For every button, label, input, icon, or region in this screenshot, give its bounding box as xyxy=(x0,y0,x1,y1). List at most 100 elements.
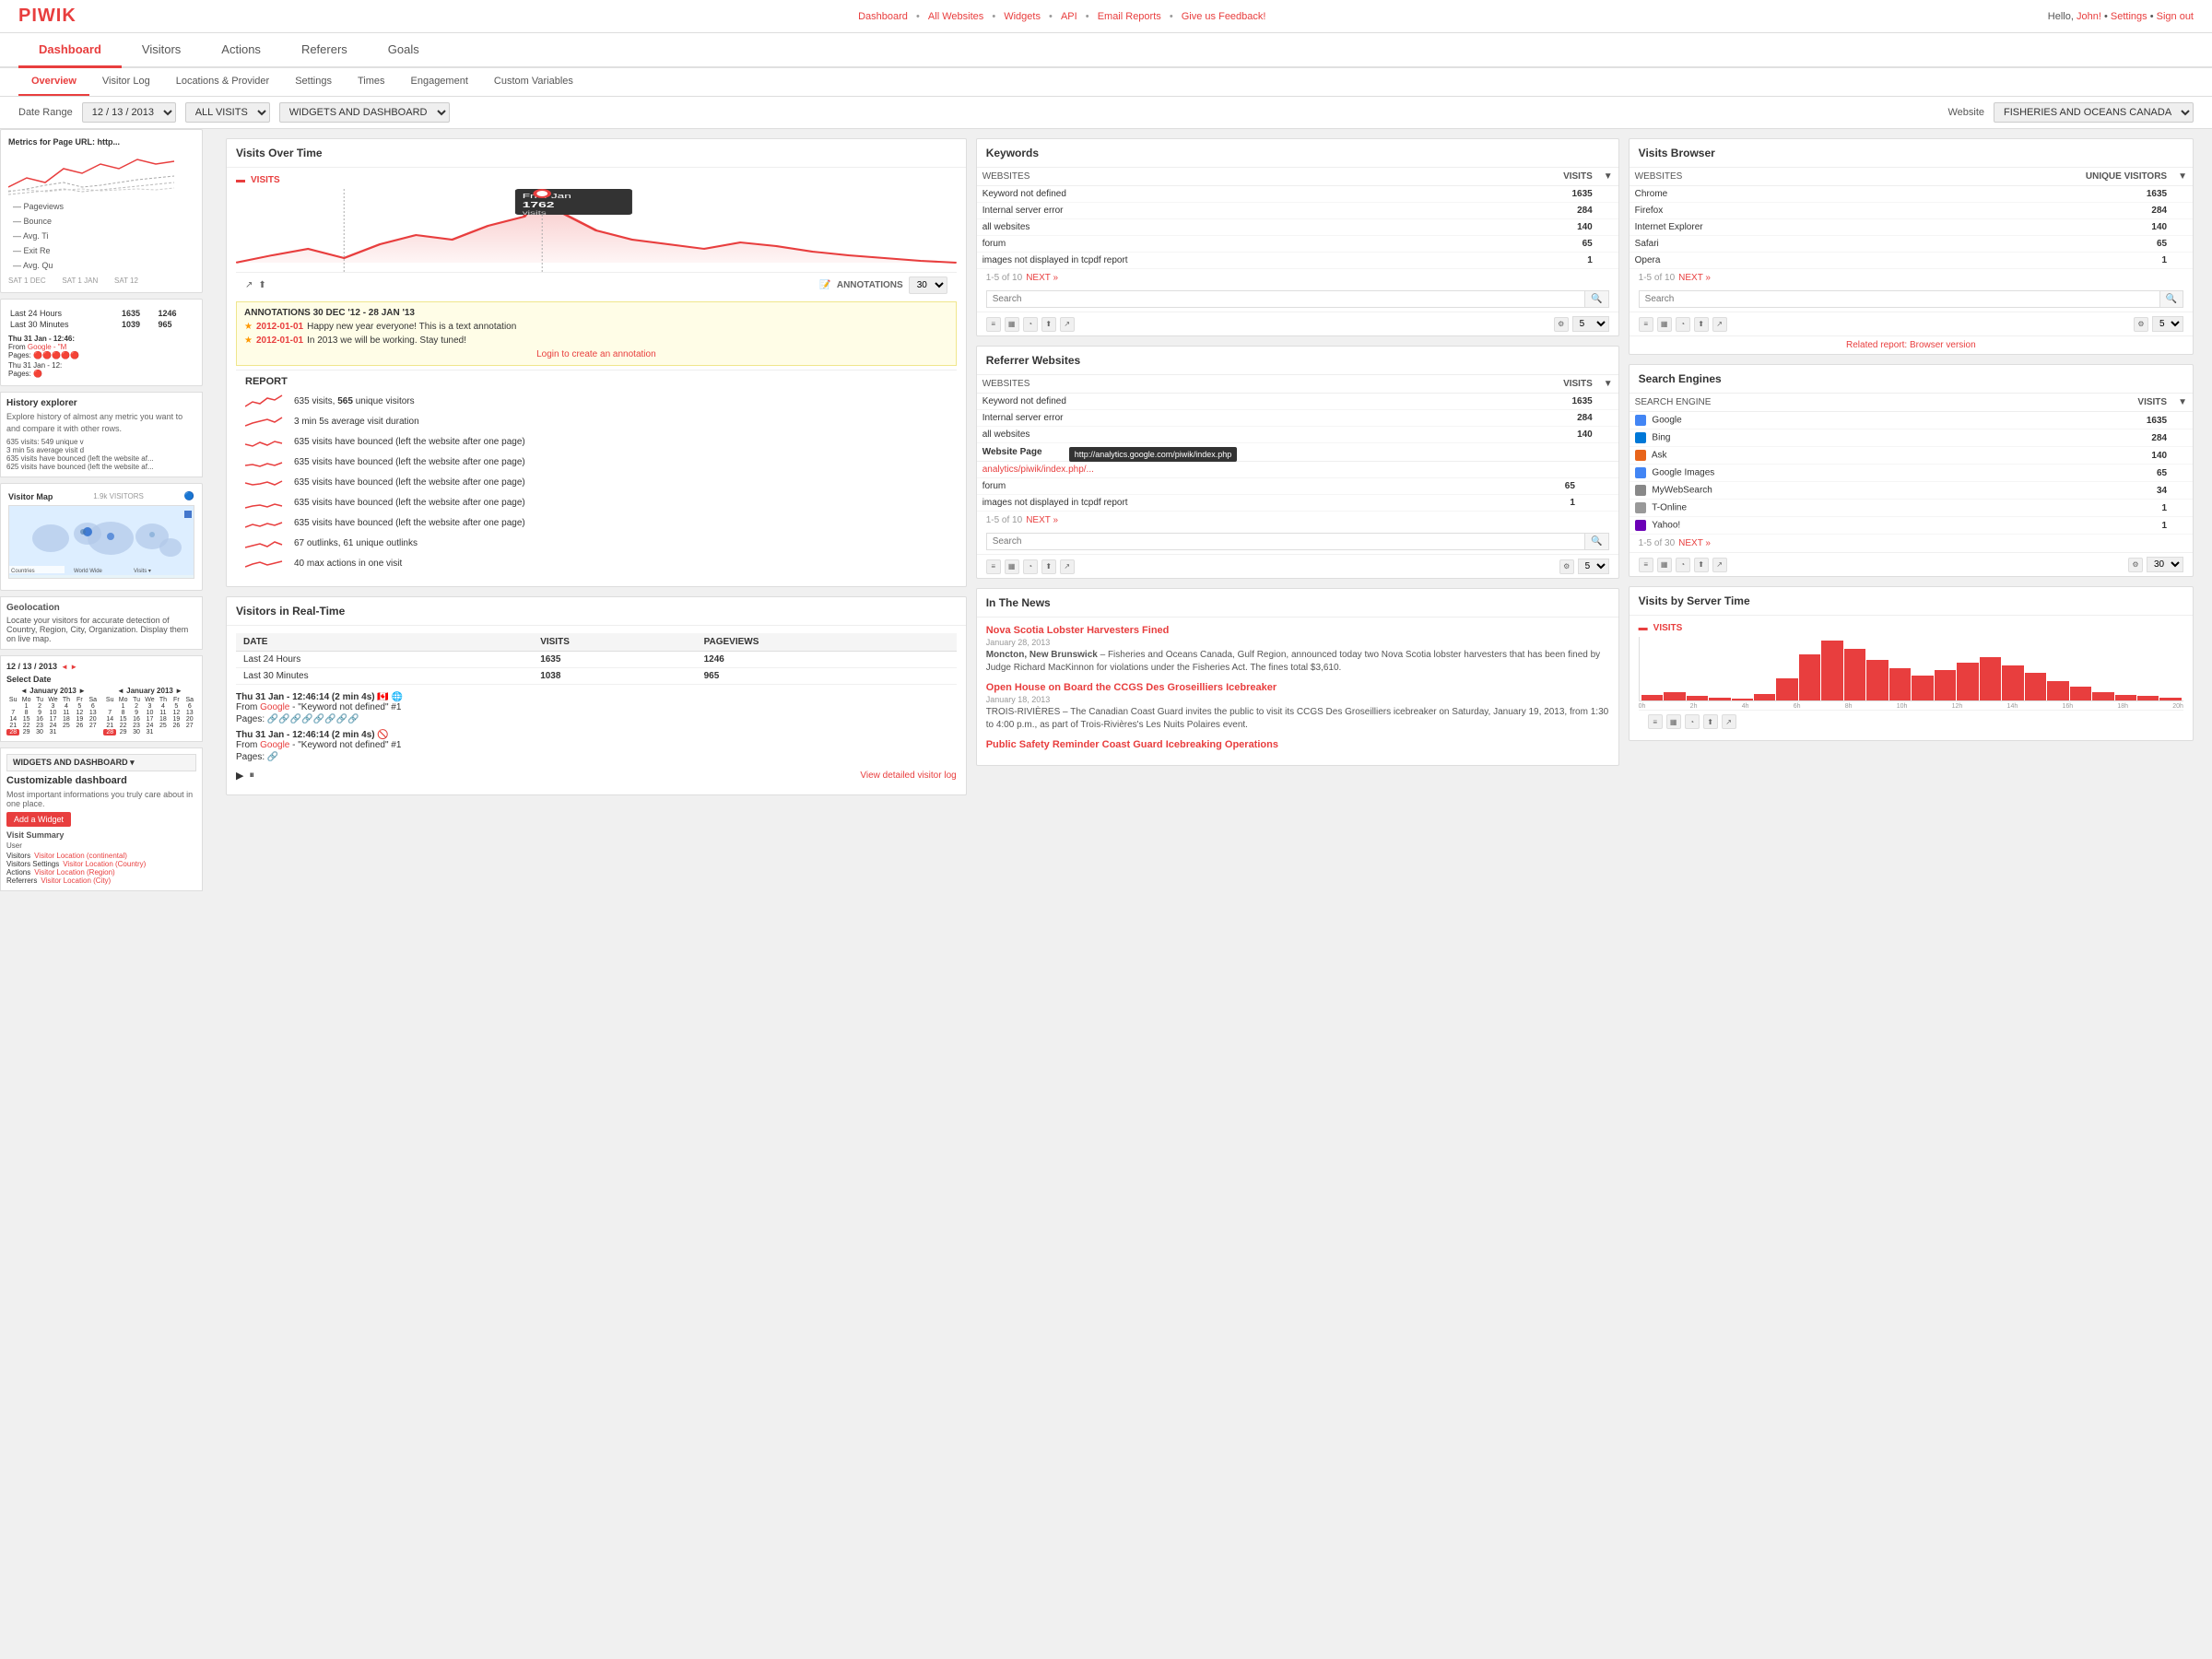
visits-chart-area: Fri 4 Jan 1762 visits SAT 29 DEC SAT 5 J… xyxy=(236,189,957,272)
pie-view-icon[interactable]: ◔ xyxy=(1023,317,1038,332)
referrer-rows-select[interactable]: 5 xyxy=(1578,559,1609,574)
view-visitor-log-link[interactable]: View detailed visitor log xyxy=(860,771,956,781)
visitor-map-panel: Visitor Map 1.9k VISITORS 🔵 xyxy=(0,483,203,591)
bar-view-icon[interactable]: ▦ xyxy=(1005,317,1019,332)
news-title-3[interactable]: Public Safety Reminder Coast Guard Icebr… xyxy=(986,739,1609,750)
bar-view-icon5[interactable]: ▦ xyxy=(1666,714,1681,729)
visits-server-time-body: ▬ VISITS 0h 2h 4h 6h 8h xyxy=(1630,616,2193,740)
report-row-5: 635 visits have bounced (left the websit… xyxy=(245,472,947,492)
browser-rows-select[interactable]: 5 xyxy=(2152,316,2183,332)
table-row: T-Online 1 xyxy=(1630,500,2193,517)
subtab-overview[interactable]: Overview xyxy=(18,68,89,96)
subtab-locations[interactable]: Locations & Provider xyxy=(163,68,283,96)
tab-dashboard[interactable]: Dashboard xyxy=(18,33,122,68)
search-engines-next-link[interactable]: NEXT » xyxy=(1678,538,1711,548)
main-content: Visits Over Time ▬ VISITS xyxy=(226,138,2194,805)
tab-goals[interactable]: Goals xyxy=(368,33,440,68)
search-engines-table: SEARCH ENGINE VISITS ▼ Google xyxy=(1630,394,2193,535)
referrer-pagination: 1-5 of 10 NEXT » xyxy=(977,512,1618,529)
tab-actions[interactable]: Actions xyxy=(201,33,281,68)
pie-view-icon5[interactable]: ◔ xyxy=(1685,714,1700,729)
table-view-icon3[interactable]: ≡ xyxy=(1639,317,1653,332)
keywords-search-input[interactable] xyxy=(987,291,1585,307)
all-websites-link[interactable]: All Websites xyxy=(928,11,983,22)
username-link[interactable]: John! xyxy=(2077,11,2101,22)
search-engines-rows-select[interactable]: 30 xyxy=(2147,557,2183,572)
config-icon[interactable]: ⚙ xyxy=(1554,317,1569,332)
export-icon2[interactable]: ⬆ xyxy=(1041,559,1056,574)
visits-filter-select[interactable]: ALL VISITS xyxy=(185,102,270,123)
bar xyxy=(2159,698,2181,700)
website-select[interactable]: FISHERIES AND OCEANS CANADA xyxy=(1994,102,2194,123)
bar-view-icon2[interactable]: ▦ xyxy=(1005,559,1019,574)
browser-search[interactable]: 🔍 xyxy=(1639,290,2183,308)
subtab-visitor-log[interactable]: Visitor Log xyxy=(89,68,163,96)
export-icon[interactable]: ⬆ xyxy=(1041,317,1056,332)
referrer-toolbar: ≡ ▦ ◔ ⬆ ↗ ⚙ 5 xyxy=(977,554,1618,578)
tab-visitors[interactable]: Visitors xyxy=(122,33,201,68)
play-icon[interactable]: ▶ xyxy=(236,770,243,782)
visitor-map-visual: Countries World Wide Visits ▾ xyxy=(8,505,194,579)
news-title-1[interactable]: Nova Scotia Lobster Harvesters Fined xyxy=(986,625,1609,636)
metrics-panel: Metrics for Page URL: http... — Pageview… xyxy=(0,129,203,293)
referrer-search-input[interactable] xyxy=(987,534,1585,549)
annotations-section: ANNOTATIONS 30 DEC '12 - 28 JAN '13 ★ 20… xyxy=(236,301,957,366)
pie-view-icon2[interactable]: ◔ xyxy=(1023,559,1038,574)
date-range-select[interactable]: 12 / 13 / 2013 xyxy=(82,102,176,123)
table-row: MyWebSearch 34 xyxy=(1630,482,2193,500)
referrer-next-link[interactable]: NEXT » xyxy=(1026,515,1058,525)
news-title-2[interactable]: Open House on Board the CCGS Des Groseil… xyxy=(986,682,1609,693)
config-icon4[interactable]: ⚙ xyxy=(2128,558,2143,572)
bar-view-icon3[interactable]: ▦ xyxy=(1657,317,1672,332)
filter-bar: Date Range 12 / 13 / 2013 ALL VISITS WID… xyxy=(0,97,2212,129)
keywords-next-link[interactable]: NEXT » xyxy=(1026,273,1058,283)
browser-next-link[interactable]: NEXT » xyxy=(1678,273,1711,283)
table-view-icon2[interactable]: ≡ xyxy=(986,559,1001,574)
tab-referers[interactable]: Referers xyxy=(281,33,368,68)
keywords-search-button[interactable]: 🔍 xyxy=(1584,291,1607,307)
annotations-count-select[interactable]: 30 xyxy=(909,276,947,294)
share-icon4[interactable]: ↗ xyxy=(1712,558,1727,572)
export-icon5[interactable]: ⬆ xyxy=(1703,714,1718,729)
dashboard-link[interactable]: Dashboard xyxy=(858,11,908,22)
table-view-icon5[interactable]: ≡ xyxy=(1648,714,1663,729)
keywords-search[interactable]: 🔍 xyxy=(986,290,1609,308)
export-icon3[interactable]: ⬆ xyxy=(1694,317,1709,332)
create-annotation-link[interactable]: Login to create an annotation xyxy=(536,349,656,359)
api-link[interactable]: API xyxy=(1061,11,1077,22)
keywords-rows-select[interactable]: 5 10 xyxy=(1572,316,1609,332)
bar xyxy=(1821,641,1842,700)
table-view-icon[interactable]: ≡ xyxy=(986,317,1001,332)
settings-link[interactable]: Settings xyxy=(2111,11,2147,22)
add-widget-button[interactable]: Add a Widget xyxy=(6,812,71,827)
pause-icon[interactable]: ⏸ xyxy=(249,770,254,782)
export-icon4[interactable]: ⬆ xyxy=(1694,558,1709,572)
widgets-link[interactable]: Widgets xyxy=(1004,11,1041,22)
related-report-link[interactable]: Related report: Browser version xyxy=(1630,335,2193,354)
table-row: Firefox 284 xyxy=(1630,203,2193,219)
website-page-link[interactable]: analytics/piwik/index.php/... xyxy=(982,465,1094,475)
share-icon[interactable]: ↗ xyxy=(1060,317,1075,332)
subtab-times[interactable]: Times xyxy=(345,68,398,96)
subtab-settings[interactable]: Settings xyxy=(282,68,345,96)
share-icon2[interactable]: ↗ xyxy=(1060,559,1075,574)
referrer-search-button[interactable]: 🔍 xyxy=(1584,534,1607,549)
bar-view-icon4[interactable]: ▦ xyxy=(1657,558,1672,572)
table-view-icon4[interactable]: ≡ xyxy=(1639,558,1653,572)
pie-view-icon4[interactable]: ◔ xyxy=(1676,558,1690,572)
subtab-custom-variables[interactable]: Custom Variables xyxy=(481,68,586,96)
svg-text:1762: 1762 xyxy=(523,201,555,209)
config-icon3[interactable]: ⚙ xyxy=(2134,317,2148,332)
pie-view-icon3[interactable]: ◔ xyxy=(1676,317,1690,332)
share-icon3[interactable]: ↗ xyxy=(1712,317,1727,332)
signout-link[interactable]: Sign out xyxy=(2157,11,2194,22)
browser-search-button[interactable]: 🔍 xyxy=(2159,291,2183,307)
widget-filter-select[interactable]: WIDGETS AND DASHBOARD xyxy=(279,102,450,123)
feedback-link[interactable]: Give us Feedback! xyxy=(1182,11,1266,22)
referrer-search[interactable]: 🔍 xyxy=(986,533,1609,550)
share-icon5[interactable]: ↗ xyxy=(1722,714,1736,729)
subtab-engagement[interactable]: Engagement xyxy=(398,68,481,96)
config-icon2[interactable]: ⚙ xyxy=(1559,559,1574,574)
browser-search-input[interactable] xyxy=(1640,291,2159,307)
email-reports-link[interactable]: Email Reports xyxy=(1098,11,1161,22)
